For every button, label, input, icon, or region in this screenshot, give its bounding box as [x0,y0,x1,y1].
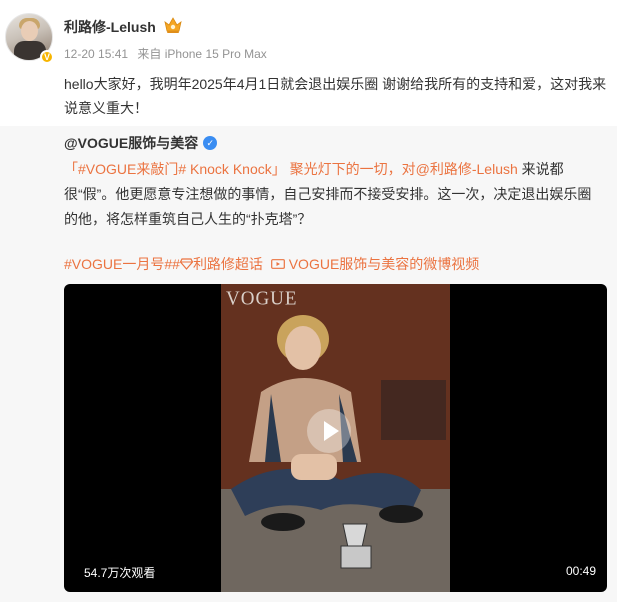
repost-author-name[interactable]: @VOGUE服饰与美容 [64,133,198,153]
post-meta: 12-20 15:41 来自 iPhone 15 Pro Max [64,45,267,62]
repost-text-part-1[interactable]: 「#VOGUE来敲门# Knock Knock」 聚光灯下的一切，对 [64,161,416,177]
video-source-link[interactable]: VOGUE服饰与美容的微博视频 [289,256,480,272]
topic-vogue-january[interactable]: #VOGUE一月号# [64,256,172,272]
poster-vogue-logo: VOGUE [226,287,298,310]
topic-supertopic-label: 利路修超话 [192,256,263,272]
play-icon[interactable] [307,409,351,453]
video-icon [270,259,285,269]
verified-badge-icon: V [40,50,54,64]
post-source: 来自 iPhone 15 Pro Max [137,47,267,61]
topic-supertopic[interactable]: # 利路修超话 [172,256,263,272]
video-duration: 00:49 [565,564,596,578]
diamond-icon [179,258,194,270]
crown-icon[interactable] [163,16,183,34]
mention-link[interactable]: @利路修-Lelush [416,161,518,177]
repost-text: 「#VOGUE来敲门# Knock Knock」 聚光灯下的一切，对@利路修-L… [64,157,604,232]
avatar-face [21,21,38,41]
view-count: 54.7万次观看 [84,566,156,580]
verified-check-icon: ✓ [203,136,218,150]
username[interactable]: 利路修-Lelush [64,17,156,37]
topic-links: #VOGUE一月号## 利路修超话 VOGUE服饰与美容的微博视频 [64,254,479,274]
post-timestamp[interactable]: 12-20 15:41 [64,47,128,61]
repost-author[interactable]: @VOGUE服饰与美容 ✓ [64,133,218,153]
post-text: hello大家好，我明年2025年4月1日就会退出娱乐圈 谢谢给我所有的支持和爱… [64,76,607,116]
video-player[interactable]: VOGUE 54.7万次观看 00:49 [64,284,607,592]
